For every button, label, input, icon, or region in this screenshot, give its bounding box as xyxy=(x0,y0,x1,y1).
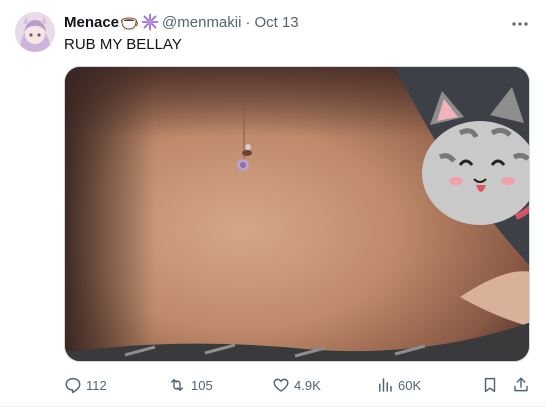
more-options-button[interactable] xyxy=(508,12,532,32)
coffee-cup-icon xyxy=(120,13,140,31)
header-separator: · xyxy=(245,13,251,31)
reply-button[interactable]: 112 xyxy=(64,374,107,396)
tweet-date[interactable]: Oct 13 xyxy=(254,14,298,31)
tweet[interactable]: Menace @menmakii · Oct 13 RUB MY BELLAY … xyxy=(0,0,546,408)
views-button[interactable]: 60K xyxy=(376,374,421,396)
bookmark-icon xyxy=(481,376,499,394)
share-button[interactable] xyxy=(512,374,530,396)
reply-icon xyxy=(64,376,82,394)
like-count: 4.9K xyxy=(294,377,321,393)
analytics-icon xyxy=(376,376,394,394)
views-count: 60K xyxy=(398,377,422,393)
share-icon xyxy=(512,376,530,394)
retweet-icon xyxy=(167,376,187,394)
bookmark-button[interactable] xyxy=(481,374,499,396)
avatar[interactable] xyxy=(15,12,55,52)
tweet-text: RUB MY BELLAY xyxy=(64,36,182,53)
heart-icon xyxy=(272,376,290,394)
user-handle[interactable]: @menmakii xyxy=(162,14,241,31)
tweet-divider xyxy=(0,406,546,407)
retweet-button[interactable]: 105 xyxy=(167,374,213,396)
display-name[interactable]: Menace xyxy=(64,14,119,31)
retweet-count: 105 xyxy=(191,377,213,393)
more-horizontal-icon xyxy=(512,13,528,31)
tweet-header: Menace @menmakii · Oct 13 xyxy=(64,12,299,32)
reply-count: 112 xyxy=(86,377,107,393)
like-button[interactable]: 4.9K xyxy=(272,374,321,396)
tweet-media-image[interactable] xyxy=(64,66,530,362)
sparkle-star-icon xyxy=(141,13,159,31)
tweet-actions: 112 105 4.9K 60K xyxy=(64,374,532,396)
